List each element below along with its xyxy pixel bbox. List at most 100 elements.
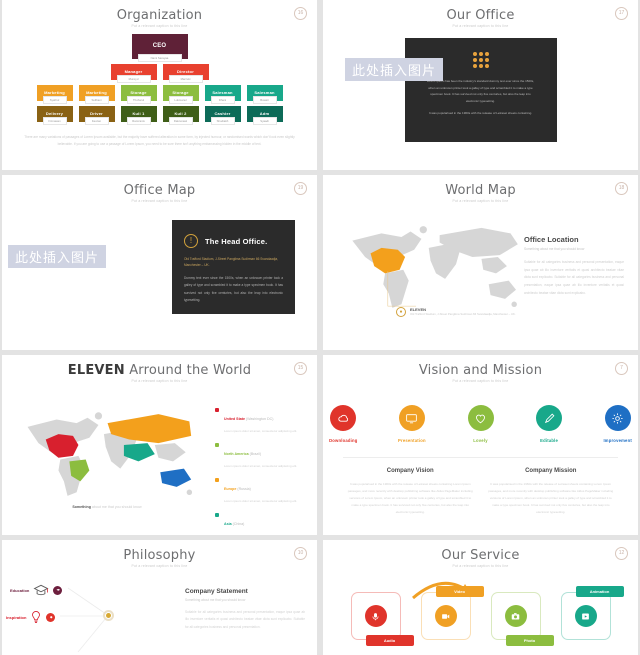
- legend-color-swatch: [215, 478, 219, 482]
- center-hub-node[interactable]: [103, 610, 114, 621]
- image-placeholder[interactable]: 此处插入图片: [8, 245, 107, 268]
- organization-note: There are many variations of passages of…: [24, 135, 295, 146]
- company-statement-block: Company Statement Something about me tha…: [185, 588, 305, 631]
- page-title: World Map: [445, 183, 516, 198]
- org-node[interactable]: Kuli 2 Dakrunawi: [162, 106, 199, 125]
- legend-item[interactable]: United State (Washington DC) Lorem ipsum …: [215, 407, 309, 434]
- slide-grid: 16 Organization Put a relevant caption t…: [0, 0, 640, 655]
- slide-number-badge: 15: [294, 362, 307, 375]
- feature-label: Lovely: [473, 438, 488, 443]
- legend-item[interactable]: Asia (China) Lorem ipsum dolor sit amet, …: [215, 512, 309, 535]
- org-node[interactable]: Adm Syaadi: [246, 106, 283, 125]
- slide-organization[interactable]: 16 Organization Put a relevant caption t…: [2, 0, 317, 170]
- dot-grid-logo: [472, 52, 489, 68]
- head-office-card: ! The Head Office. Old Trafford Stadium,…: [172, 220, 295, 314]
- org-node-name: Dakrunawi: [168, 117, 193, 125]
- slide-office-map[interactable]: 19 Office Map Put a relevant caption to …: [2, 175, 317, 350]
- org-node-name: Thoharul: [126, 96, 151, 104]
- service-card[interactable]: Photo: [490, 592, 554, 646]
- australia-highlight: [160, 468, 192, 487]
- world-map-graphic: [352, 226, 518, 308]
- legend-description: Lorem ipsum dolor sit amet, consectetur …: [224, 464, 298, 468]
- head-office-paragraph: Dummy text ever since the 1500s, when an…: [184, 275, 283, 302]
- slide-number-badge: 7: [615, 362, 628, 375]
- feature-item[interactable]: Presentation: [392, 405, 433, 443]
- audio-icon: [364, 605, 387, 627]
- org-node[interactable]: CEO Nami Sarayaa: [131, 34, 188, 62]
- lightbulb-icon: [32, 610, 41, 624]
- org-node[interactable]: Salesman Busairi: [246, 85, 283, 104]
- org-node[interactable]: Storage Thoharul: [120, 85, 157, 104]
- org-node[interactable]: Marketing Sulthani: [78, 85, 115, 104]
- graduation-cap-icon: [56, 589, 60, 591]
- column-body: It was popularised in the 1960s with the…: [347, 482, 473, 514]
- page-title: Office Map: [123, 183, 196, 198]
- org-node[interactable]: Marketing Syahrul: [36, 85, 73, 104]
- org-node[interactable]: Delivery Firmawan: [36, 106, 73, 125]
- feature-label: Editable: [540, 438, 559, 443]
- slide-around-the-world[interactable]: 15 ELEVEN Arround the World Put a releva…: [2, 355, 317, 535]
- slide-philosophy[interactable]: 10 Philosophy Put a relevant caption to …: [2, 540, 317, 655]
- service-card[interactable]: Animation: [560, 586, 624, 640]
- cloud-icon: [330, 405, 357, 431]
- slide-our-service[interactable]: 12 Our Service Put a relevant caption to…: [323, 540, 638, 655]
- service-card-label: Audio: [365, 635, 414, 646]
- company-statement-body: Suitable for all categories business and…: [185, 610, 305, 629]
- slide-our-office[interactable]: 17 Our Office Put a relevant caption to …: [323, 0, 638, 170]
- feature-item[interactable]: Improvement: [597, 405, 638, 443]
- org-levels: CEO Nami Sarayaa Manager Munsyd Director Marz…: [2, 34, 317, 125]
- org-node-name: Shodiakh: [210, 117, 235, 125]
- map-pin-callout: ● ELEVEN Old Trafford Stadium, J-Street …: [396, 307, 516, 317]
- service-card[interactable]: Video: [420, 586, 484, 640]
- org-node-name: Marzuki: [168, 75, 203, 83]
- org-node[interactable]: Kuli 1 Ramzanis: [120, 106, 157, 125]
- org-node[interactable]: Salesman Dhani: [204, 85, 241, 104]
- legend-item[interactable]: Europe (Russia) Lorem ipsum dolor sit ame…: [215, 477, 309, 504]
- org-node-name: Nami Sarayaa: [137, 54, 182, 62]
- office-paragraph-1: Lorem Ipsum has been the industry's stan…: [426, 79, 535, 103]
- page-title: Organization: [116, 8, 203, 23]
- photo-icon: [504, 605, 527, 627]
- service-card-label: Photo: [505, 635, 554, 646]
- column-heading: Company Mission: [525, 468, 577, 474]
- org-node[interactable]: Manager Munsyd: [110, 64, 157, 83]
- feature-item[interactable]: Lovely: [460, 405, 501, 443]
- service-card-row: Audio Video Photo Animation: [323, 581, 638, 646]
- page-subtitle: Put a relevant caption to this line: [131, 379, 188, 383]
- org-node[interactable]: Cashier Shodiakh: [204, 106, 241, 125]
- page-subtitle: Put a relevant caption to this line: [131, 199, 188, 203]
- org-node[interactable]: Storage Lukmanul: [162, 85, 199, 104]
- node-inspiration-label: Inspiration: [6, 614, 27, 620]
- image-placeholder[interactable]: 此处插入图片: [345, 58, 444, 81]
- legend-city: (Washington DC): [244, 417, 274, 421]
- node-education[interactable]: Education: [10, 584, 63, 597]
- heart-icon: [467, 405, 494, 431]
- office-location-heading: Office Location: [524, 235, 579, 244]
- node-inspiration[interactable]: Inspiration: [6, 610, 56, 624]
- node-inspiration-dot: [46, 612, 56, 622]
- legend-item[interactable]: North America (Brazil) Lorem ipsum dolor …: [215, 442, 309, 469]
- slide-vision-mission[interactable]: 7 Vision and Mission Put a relevant capt…: [323, 355, 638, 535]
- slide-number-badge: 18: [615, 182, 628, 195]
- legend-country: Asia: [224, 522, 232, 526]
- feature-item[interactable]: Downloading: [323, 405, 364, 443]
- service-card-label: Animation: [575, 586, 624, 597]
- legend-city: (Brazil): [248, 452, 262, 456]
- video-icon: [434, 605, 457, 627]
- org-node-name: Firmawan: [42, 117, 67, 125]
- org-node[interactable]: Driver Fauzan: [78, 106, 115, 125]
- office-dark-card: Lorem Ipsum has been the industry's stan…: [404, 38, 557, 142]
- org-node[interactable]: Director Marzuki: [162, 64, 209, 83]
- legend-color-swatch: [215, 443, 219, 447]
- page-title: Our Office: [446, 8, 515, 23]
- node-education-label: Education: [10, 588, 30, 593]
- org-node-name: Sulthani: [84, 96, 109, 104]
- slide-world-map[interactable]: 18 World Map Put a relevant caption to t…: [323, 175, 638, 350]
- column-heading: Company Vision: [386, 468, 434, 474]
- page-subtitle: Put a relevant caption to this line: [131, 24, 188, 28]
- feature-item[interactable]: Editable: [529, 405, 570, 443]
- office-paragraph-2: It was popularised in the 1960s with the…: [428, 111, 533, 116]
- service-card[interactable]: Audio: [350, 592, 414, 646]
- animation-icon: [574, 605, 597, 627]
- slide-number-badge: 17: [615, 7, 628, 20]
